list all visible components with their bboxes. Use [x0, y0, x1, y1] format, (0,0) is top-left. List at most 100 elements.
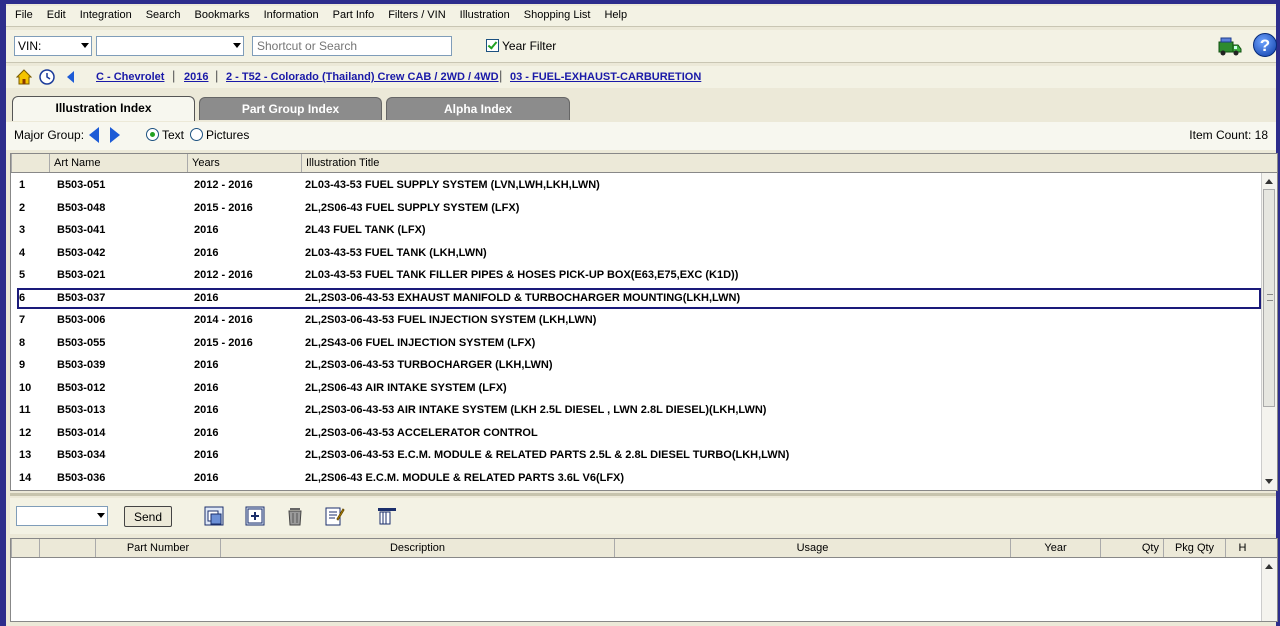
breadcrumb-separator: | [172, 68, 176, 83]
tab-part-group-index[interactable]: Part Group Index [199, 97, 382, 120]
breadcrumb-separator: | [215, 68, 219, 83]
row-years: 2014 - 2016 [194, 314, 253, 326]
row-art-name: B503-034 [57, 449, 106, 461]
previous-group-icon[interactable] [89, 127, 99, 143]
row-index: 6 [19, 291, 26, 304]
breadcrumb-year[interactable]: 2016 [184, 71, 208, 83]
scroll-down-icon[interactable] [1265, 479, 1273, 484]
scroll-thumb[interactable] [1263, 189, 1275, 407]
menu-shopping-list[interactable]: Shopping List [515, 6, 596, 21]
menu-bar: File Edit Integration Search Bookmarks Inform… [6, 6, 1276, 27]
column-header-year[interactable]: Year [1010, 539, 1100, 557]
row-art-name: B503-037 [57, 291, 106, 304]
row-years: 2016 [194, 449, 219, 461]
column-header-h[interactable]: H [1225, 539, 1259, 557]
table-row[interactable]: 2 B503-048 2015 - 2016 2L,2S06-43 FUEL SUPP… [17, 198, 1261, 219]
columns-icon[interactable] [376, 505, 398, 527]
truck-icon[interactable] [1218, 34, 1242, 58]
menu-information[interactable]: Information [255, 6, 324, 21]
radio-pictures[interactable]: Pictures [190, 128, 249, 142]
column-header-usage[interactable]: Usage [614, 539, 1010, 557]
breadcrumb-group[interactable]: 03 - FUEL-EXHAUST-CARBURETION [510, 71, 701, 83]
back-arrow-icon[interactable] [63, 69, 79, 85]
menu-search[interactable]: Search [137, 6, 186, 21]
year-filter-checkbox[interactable]: Year Filter [486, 39, 556, 53]
help-icon[interactable]: ? [1253, 33, 1277, 57]
add-icon[interactable] [244, 505, 266, 527]
row-art-name: B503-055 [57, 336, 106, 349]
row-index: 11 [19, 404, 31, 416]
menu-part-info[interactable]: Part Info [324, 6, 380, 21]
home-icon[interactable] [16, 69, 32, 85]
grid-scrollbar[interactable] [1261, 173, 1277, 490]
table-row[interactable]: 1 B503-051 2012 - 2016 2L03-43-53 FUEL SUPP… [17, 175, 1261, 196]
table-row[interactable]: 10 B503-012 2016 2L,2S06-43 AIR INTAKE SYST… [17, 378, 1261, 399]
row-index: 7 [19, 314, 26, 326]
column-header-blank-1[interactable] [11, 539, 39, 557]
radio-text[interactable]: Text [146, 128, 184, 142]
column-header-part-number[interactable]: Part Number [95, 539, 220, 557]
search-input[interactable] [252, 36, 452, 56]
parts-grid-header: Part Number Description Usage Year Qty P… [11, 539, 1277, 558]
send-button[interactable]: Send [124, 506, 172, 527]
vin-input-select[interactable] [96, 36, 244, 56]
row-illustration-title: 2L03-43-53 FUEL SUPPLY SYSTEM (LVN,LWH,L… [305, 179, 600, 191]
menu-edit[interactable]: Edit [38, 6, 71, 21]
row-years: 2016 [194, 359, 219, 371]
toolbar: VIN: Year Filter ? [6, 30, 1277, 63]
panel-splitter[interactable] [10, 493, 1276, 496]
column-header-index[interactable] [11, 154, 49, 172]
menu-bookmarks[interactable]: Bookmarks [186, 6, 255, 21]
menu-help[interactable]: Help [595, 6, 632, 21]
table-row[interactable]: 12 B503-014 2016 2L,2S03-06-43-53 ACCELERAT… [17, 423, 1261, 444]
row-illustration-title: 2L,2S03-06-43-53 FUEL INJECTION SYSTEM (… [305, 314, 597, 326]
illustration-grid: Art Name Years Illustration Title 1 B503-… [10, 153, 1278, 491]
table-row[interactable]: 6 B503-037 2016 2L,2S03-06-43-53 EXHAUST MA… [17, 287, 1261, 309]
breadcrumb-make[interactable]: C - Chevrolet [96, 71, 164, 83]
row-years: 2016 [194, 291, 219, 304]
notes-icon[interactable] [323, 505, 345, 527]
column-header-blank-2[interactable] [39, 539, 95, 557]
scroll-up-icon[interactable] [1265, 179, 1273, 184]
row-index: 8 [19, 336, 26, 349]
chevron-down-icon [81, 43, 89, 48]
tab-alpha-index[interactable]: Alpha Index [386, 97, 570, 120]
scroll-up-icon[interactable] [1265, 564, 1273, 569]
table-row[interactable]: 14 B503-036 2016 2L,2S06-43 E.C.M. MODULE &… [17, 468, 1261, 489]
column-header-description[interactable]: Description [220, 539, 614, 557]
menu-filters-vin[interactable]: Filters / VIN [379, 6, 450, 21]
column-header-qty[interactable]: Qty [1100, 539, 1163, 557]
table-row[interactable]: 3 B503-041 2016 2L43 FUEL TANK (LFX) [17, 220, 1261, 241]
table-row[interactable]: 8 B503-055 2015 - 2016 2L,2S43-06 FUEL INJE… [17, 333, 1261, 354]
parts-grid-scrollbar[interactable] [1261, 558, 1277, 621]
history-clock-icon[interactable] [39, 69, 55, 85]
column-header-years[interactable]: Years [187, 154, 301, 172]
table-row[interactable]: 13 B503-034 2016 2L,2S03-06-43-53 E.C.M. MO… [17, 445, 1261, 466]
grid-header: Art Name Years Illustration Title [11, 154, 1277, 173]
vin-type-select[interactable]: VIN: [14, 36, 92, 56]
column-header-art-name[interactable]: Art Name [49, 154, 187, 172]
row-illustration-title: 2L,2S06-43 E.C.M. MODULE & RELATED PARTS… [305, 471, 625, 484]
column-header-illustration-title[interactable]: Illustration Title [301, 154, 1261, 172]
row-illustration-title: 2L03-43-53 FUEL TANK FILLER PIPES & HOSE… [305, 269, 739, 281]
copy-icon[interactable] [203, 505, 225, 527]
table-row[interactable]: 4 B503-042 2016 2L03-43-53 FUEL TANK (LKH,L… [17, 243, 1261, 264]
next-group-icon[interactable] [110, 127, 120, 143]
row-illustration-title: 2L,2S43-06 FUEL INJECTION SYSTEM (LFX) [305, 336, 536, 349]
tab-illustration-index[interactable]: Illustration Index [12, 96, 195, 121]
table-row[interactable]: 9 B503-039 2016 2L,2S03-06-43-53 TURBOCHARG… [17, 355, 1261, 376]
column-header-pkg-qty[interactable]: Pkg Qty [1163, 539, 1225, 557]
table-row[interactable]: 7 B503-006 2014 - 2016 2L,2S03-06-43-53 FUE… [17, 310, 1261, 331]
menu-illustration[interactable]: Illustration [451, 6, 515, 21]
breadcrumb-model[interactable]: 2 - T52 - Colorado (Thailand) Crew CAB /… [226, 71, 499, 83]
delete-icon[interactable] [284, 505, 306, 527]
radio-unselected-icon [190, 128, 203, 141]
menu-integration[interactable]: Integration [71, 6, 137, 21]
row-years: 2015 - 2016 [194, 201, 253, 214]
table-row[interactable]: 5 B503-021 2012 - 2016 2L03-43-53 FUEL TANK… [17, 265, 1261, 286]
shopping-toolbar: Send [10, 498, 1276, 534]
send-target-select[interactable] [16, 506, 108, 526]
menu-file[interactable]: File [6, 6, 38, 21]
table-row[interactable]: 11 B503-013 2016 2L,2S03-06-43-53 AIR INTAK… [17, 400, 1261, 421]
row-index: 12 [19, 426, 32, 439]
